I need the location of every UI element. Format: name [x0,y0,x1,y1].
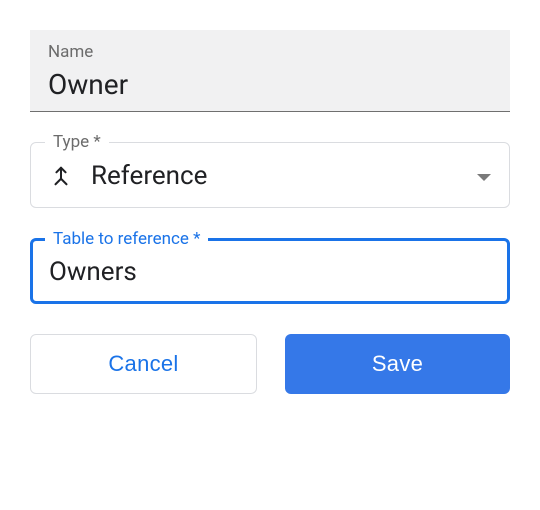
table-reference-value: Owners [49,257,491,287]
dialog-form: Name Owner Type * Reference [30,30,510,394]
save-button[interactable]: Save [285,334,510,394]
name-value: Owner [48,68,492,101]
cancel-button[interactable]: Cancel [30,334,257,394]
type-content: Reference [49,161,491,191]
name-field[interactable]: Name Owner [30,30,510,112]
merge-icon [49,164,73,188]
table-reference-label: Table to reference * [45,229,208,249]
name-label: Name [48,42,492,62]
type-left: Reference [49,161,207,191]
type-label: Type * [45,132,109,152]
chevron-down-icon [477,167,491,186]
type-select[interactable]: Type * Reference [30,142,510,208]
button-row: Cancel Save [30,334,510,394]
type-value: Reference [91,161,207,191]
table-reference-select[interactable]: Table to reference * Owners [30,238,510,304]
